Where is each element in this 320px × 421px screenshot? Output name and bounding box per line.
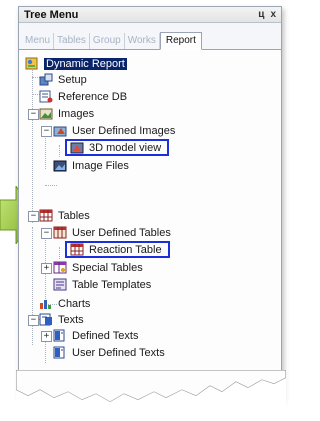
tree-node-user-defined-images[interactable]: User Defined Images [53,122,175,139]
tree-node-label: Charts [58,297,91,310]
tree-node-label: 3D model view [89,141,162,154]
report-tree: Dynamic Report Setup Reference DB − Imag… [19,51,281,363]
tree-node-user-defined-texts[interactable]: User Defined Texts [53,344,165,361]
tree-node-label: User Defined Tables [72,226,171,239]
collapse-tables-toggle[interactable]: − [28,211,39,222]
tree-node-setup[interactable]: Setup [39,71,87,88]
database-icon [39,90,53,103]
template-icon [53,278,67,291]
pin-icon[interactable]: ц [258,9,264,20]
special-table-icon [53,261,67,274]
highlight-box-reaction-table: Reaction Table [65,241,170,258]
3d-model-icon [70,141,84,154]
tree-node-label: Dynamic Report [44,57,127,70]
highlight-box-3d-model-view: 3D model view [64,139,170,156]
tree-node-label: Defined Texts [72,329,139,342]
tree-node-charts[interactable]: Charts [39,295,90,312]
text-doc-icon [53,329,67,342]
tree-node-label: Texts [58,313,84,326]
tree-node-user-defined-tables[interactable]: User Defined Tables [53,224,171,241]
text-doc-icon [53,346,67,359]
report-icon [25,57,39,70]
tree-node-3d-model-view[interactable]: 3D model view [64,139,170,156]
chart-icon [39,297,53,310]
collapse-user-defined-images-toggle[interactable]: − [41,126,52,137]
tree-node-image-files[interactable]: Image Files [53,157,129,174]
tree-node-special-tables[interactable]: Special Tables [53,259,143,276]
images-icon [39,107,53,120]
close-icon[interactable]: x [270,9,276,20]
table-icon [70,243,84,256]
tab-tables[interactable]: Tables [54,33,90,49]
tree-node-reference-db[interactable]: Reference DB [39,88,127,105]
tree-node-reaction-table[interactable]: Reaction Table [65,241,170,258]
collapse-user-defined-tables-toggle[interactable]: − [41,228,52,239]
tree-node-label: Tables [58,209,90,222]
expand-defined-texts-toggle[interactable]: + [41,331,52,342]
tree-node-table-templates[interactable]: Table Templates [53,276,151,293]
tree-menu-panel: Tree Menu ц x Menu Tables Group Works Re… [18,6,282,400]
tree-node-images[interactable]: Images [39,105,94,122]
collapse-texts-toggle[interactable]: − [28,315,39,326]
image-folder-icon [53,124,67,137]
tree-node-label: Reaction Table [89,243,162,256]
table-icon [39,209,53,222]
tab-group[interactable]: Group [90,33,125,49]
tree-node-defined-texts[interactable]: Defined Texts [53,327,138,344]
panel-titlebar: Tree Menu ц x [19,7,281,23]
tab-report[interactable]: Report [159,32,202,50]
tab-menu[interactable]: Menu [22,33,55,49]
tab-works[interactable]: Works [125,33,160,49]
tree-node-texts[interactable]: Texts [39,311,84,328]
tree-node-label: Image Files [72,159,129,172]
tree-node-label: Table Templates [72,278,152,291]
tree-node-dynamic-report[interactable]: Dynamic Report [25,55,127,72]
tree-node-label: User Defined Texts [72,346,165,359]
tree-node-tables[interactable]: Tables [39,207,90,224]
table-folder-icon [53,226,67,239]
image-files-icon [53,159,67,172]
tree-node-label: User Defined Images [72,124,176,137]
collapse-images-toggle[interactable]: − [28,109,39,120]
tree-node-label: Setup [58,73,87,86]
setup-icon [39,73,53,86]
tree-node-label: Images [58,107,95,120]
expand-special-tables-toggle[interactable]: + [41,263,52,274]
tree-node-label: Special Tables [72,261,143,274]
panel-title: Tree Menu [24,8,79,21]
tree-node-label: Reference DB [58,90,128,103]
text-icon [39,313,53,326]
tab-strip: Menu Tables Group Works Report [19,23,281,50]
torn-edge-decoration [16,370,286,421]
